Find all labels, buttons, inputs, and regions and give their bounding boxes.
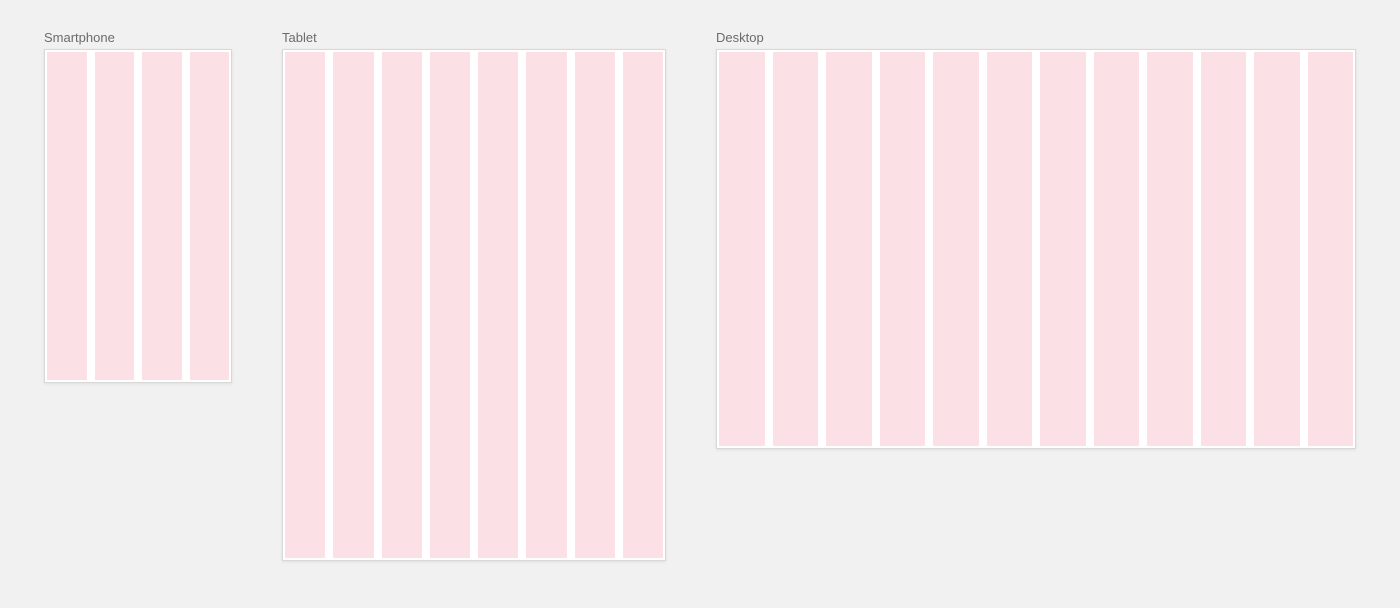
grid-column [826,52,872,446]
grid-column [478,52,518,558]
grid-column [1254,52,1300,446]
grid-column [719,52,765,446]
smartphone-frame [44,49,232,383]
grid-column [1094,52,1140,446]
grid-column [623,52,663,558]
smartphone-label: Smartphone [44,30,232,45]
tablet-frame [282,49,666,561]
desktop-label: Desktop [716,30,1356,45]
grid-column [987,52,1033,446]
grid-column [773,52,819,446]
grid-column [575,52,615,558]
grid-column [1308,52,1354,446]
grid-column [285,52,325,558]
grid-column [190,52,230,380]
grid-column [1147,52,1193,446]
desktop-block: Desktop [716,30,1356,449]
grid-column [430,52,470,558]
grid-column [1201,52,1247,446]
grid-column [933,52,979,446]
desktop-frame [716,49,1356,449]
grid-column [47,52,87,380]
responsive-grid-diagram: Smartphone Tablet Desktop [44,30,1356,561]
tablet-label: Tablet [282,30,666,45]
grid-column [142,52,182,380]
grid-column [333,52,373,558]
grid-column [526,52,566,558]
grid-column [1040,52,1086,446]
grid-column [95,52,135,380]
grid-column [880,52,926,446]
smartphone-block: Smartphone [44,30,232,383]
grid-column [382,52,422,558]
tablet-block: Tablet [282,30,666,561]
